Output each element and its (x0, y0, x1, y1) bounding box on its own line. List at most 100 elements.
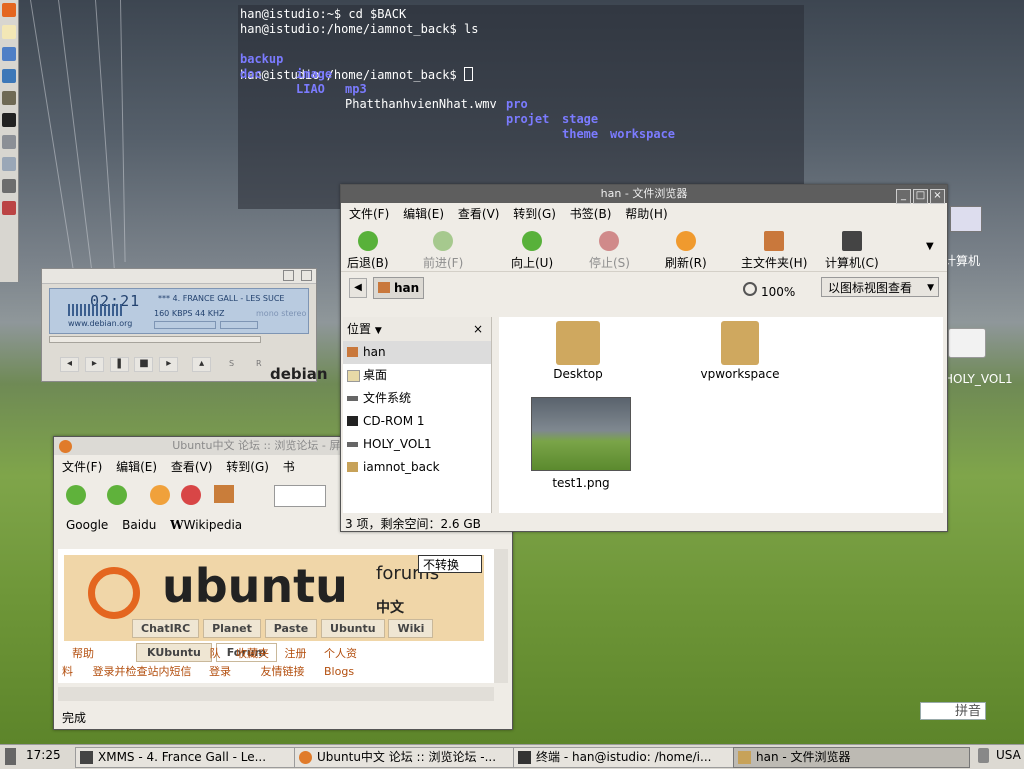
place-item-iamnot-back[interactable]: iamnot_back (343, 456, 491, 479)
bookmark-google[interactable]: Google (66, 518, 108, 532)
link-help[interactable]: 帮助 (72, 647, 94, 660)
file-item-vpworkspace[interactable]: vpworkspace (695, 321, 785, 381)
minimize-icon[interactable]: _ (896, 189, 911, 204)
maximize-icon[interactable]: □ (913, 189, 928, 204)
keyboard-icon[interactable] (978, 748, 989, 763)
menu-edit[interactable]: 编辑(E) (403, 207, 444, 221)
next-icon[interactable]: ▸ (159, 357, 179, 372)
file-browser-titlebar[interactable]: han - 文件浏览器 _ □ × (341, 185, 947, 204)
nav-ubuntu[interactable]: Ubuntu (321, 619, 385, 638)
horizontal-scrollbar[interactable] (58, 687, 494, 701)
up-button[interactable]: 向上(U) (511, 231, 553, 271)
settings-icon[interactable] (2, 157, 16, 171)
xmms-song-title[interactable]: *** 4. FRANCE GALL - LES SUCE (158, 294, 284, 303)
network-icon[interactable] (2, 47, 16, 61)
xmms-seek-bar[interactable] (49, 336, 261, 343)
link-profile[interactable]: 个人资 (324, 647, 357, 660)
link-login[interactable]: 登录 (209, 665, 231, 678)
forward-button[interactable]: 前进(F) (423, 231, 463, 271)
file-item-desktop[interactable]: Desktop (543, 321, 613, 381)
reload-button[interactable]: 刷新(R) (665, 231, 707, 271)
close-icon[interactable]: × (930, 189, 945, 204)
ubuntu-menu-icon[interactable] (2, 3, 16, 17)
task-firefox[interactable]: Ubuntu中文 论坛 :: 浏览论坛 -... (294, 747, 531, 768)
trash-icon[interactable] (5, 748, 16, 765)
minimize-icon[interactable] (283, 270, 294, 281)
task-xmms[interactable]: XMMS - 4. France Gall - Le... (75, 747, 312, 768)
xmms-repeat-button[interactable]: R (256, 359, 262, 368)
view-mode-select[interactable]: 以图标视图查看 ▼ (821, 277, 939, 297)
reload-icon[interactable] (150, 485, 170, 505)
power-icon[interactable] (2, 201, 16, 215)
terminal-window[interactable]: han@istudio:~$ cd $BACK han@istudio:/hom… (238, 5, 804, 209)
bookmark-baidu[interactable]: Baidu (122, 518, 156, 532)
home-button[interactable]: 主文件夹(H) (741, 231, 807, 271)
notes-icon[interactable] (2, 25, 16, 39)
close-icon[interactable] (301, 270, 312, 281)
menu-file[interactable]: 文件(F) (349, 207, 389, 221)
zoom-level[interactable]: 100% (743, 282, 795, 299)
menu-help[interactable]: 帮助(H) (625, 207, 667, 221)
clock[interactable]: 17:25 (26, 748, 61, 762)
link-blogs[interactable]: Blogs (324, 665, 354, 678)
pause-icon[interactable]: ❚ (109, 357, 129, 372)
sidebar-header[interactable]: 位置 ▼ × (343, 317, 491, 341)
url-bar[interactable] (274, 485, 326, 507)
nav-wiki[interactable]: Wiki (388, 619, 434, 638)
stop-icon[interactable]: ■ (134, 357, 154, 372)
menu-bookmarks[interactable]: 书签(B) (570, 207, 612, 221)
place-item-han[interactable]: han (343, 341, 491, 364)
link-favorites[interactable]: 收藏夹 (236, 647, 269, 660)
bookmark-wikipedia[interactable]: Wikipedia (184, 518, 243, 532)
place-item-filesystem[interactable]: 文件系统 (343, 387, 491, 410)
monitor-icon[interactable] (2, 179, 16, 193)
link-login-pm[interactable]: 登录并检查站内短信 (93, 665, 192, 678)
link-team[interactable]: 队 (210, 647, 221, 660)
link-profile-2[interactable]: 料 (62, 665, 73, 678)
task-terminal[interactable]: 终端 - han@istudio: /home/i... (513, 747, 750, 768)
menu-view[interactable]: 查看(V) (171, 460, 213, 474)
xmms-shuffle-button[interactable]: S (229, 359, 234, 368)
sidebar-close-icon[interactable]: × (473, 317, 483, 341)
path-button-han[interactable]: han (373, 277, 425, 299)
place-item-holy-vol1[interactable]: HOLY_VOL1 (343, 433, 491, 456)
xmms-volume-slider[interactable] (154, 321, 216, 329)
back-button[interactable]: 后退(B) (347, 231, 389, 271)
menu-go[interactable]: 转到(G) (226, 460, 269, 474)
menu-bookmarks[interactable]: 书 (283, 460, 295, 474)
xmms-window[interactable]: 02:21 *** 4. FRANCE GALL - LES SUCE 160 … (41, 268, 328, 383)
eject-icon[interactable]: ▴ (192, 357, 212, 372)
image-icon[interactable] (2, 91, 16, 105)
prev-icon[interactable]: ◂ (60, 357, 79, 372)
link-friends[interactable]: 友情链接 (261, 665, 305, 678)
menu-go[interactable]: 转到(G) (513, 207, 556, 221)
file-browser-window[interactable]: han - 文件浏览器 _ □ × 文件(F) 编辑(E) 查看(V) 转到(G) … (340, 184, 948, 532)
place-item-cdrom[interactable]: CD-ROM 1 (343, 410, 491, 433)
path-left-icon[interactable]: ◀ (349, 278, 367, 298)
task-file-browser[interactable]: han - 文件浏览器 (733, 747, 970, 768)
computer-button[interactable]: 计算机(C) (825, 231, 879, 271)
toolbar-overflow-icon[interactable]: ▼ (926, 241, 934, 252)
keyboard-layout[interactable]: USA (996, 748, 1021, 762)
back-icon[interactable] (66, 485, 86, 505)
nav-chatirc[interactable]: ChatIRC (132, 619, 200, 638)
nav-paste[interactable]: Paste (264, 619, 318, 638)
stop-button[interactable]: 停止(S) (589, 231, 630, 271)
menu-edit[interactable]: 编辑(E) (116, 460, 157, 474)
play-icon[interactable]: ▸ (84, 357, 104, 372)
xmms-titlebar[interactable] (42, 269, 316, 284)
computer-desktop-icon[interactable] (946, 206, 986, 242)
convert-select[interactable]: 不转换 (418, 555, 482, 573)
menu-view[interactable]: 查看(V) (458, 207, 500, 221)
vertical-scrollbar[interactable] (494, 549, 508, 683)
file-item-test1-png[interactable]: test1.png (529, 397, 633, 490)
link-register[interactable]: 注册 (285, 647, 307, 660)
ime-indicator[interactable]: 拼音 (920, 702, 986, 720)
xmms-balance-slider[interactable] (220, 321, 258, 329)
terminal-icon[interactable] (2, 113, 16, 127)
browser-icon[interactable] (2, 69, 16, 83)
home-icon[interactable] (214, 485, 234, 503)
drive-icon[interactable] (948, 328, 986, 358)
forward-icon[interactable] (107, 485, 127, 505)
workspace-icon[interactable] (2, 135, 16, 149)
